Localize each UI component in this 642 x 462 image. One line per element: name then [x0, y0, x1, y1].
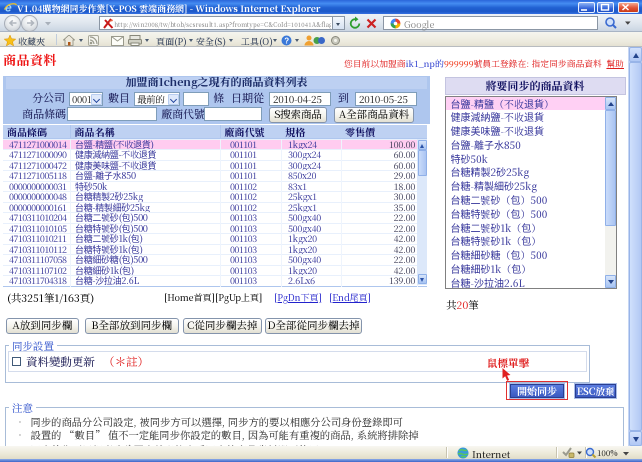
svg-text:?: ?: [284, 37, 289, 46]
